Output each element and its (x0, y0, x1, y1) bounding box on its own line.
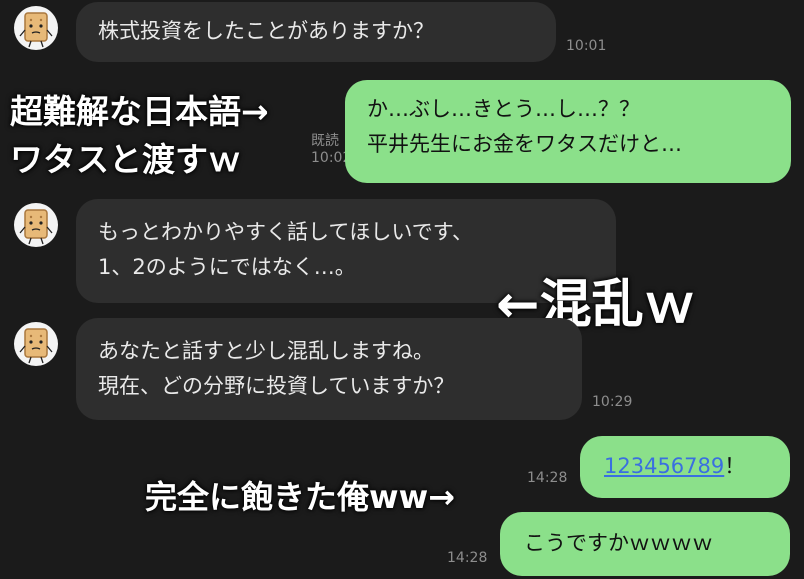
message-time: 10:01 (566, 38, 607, 54)
message-time: 14:28 (527, 470, 568, 486)
outgoing-message[interactable]: こうですかｗｗｗｗ (500, 512, 790, 576)
cracker-avatar-icon (19, 12, 53, 48)
message-line-1: か…ぶし…きとう…し…？？ (367, 97, 640, 121)
avatar[interactable] (14, 322, 58, 366)
message-line-1: もっとわかりやすく話してほしいです、 (98, 220, 474, 244)
incoming-message[interactable]: 株式投資をしたことがありますか？ (76, 2, 556, 62)
message-line-1: あなたと話すと少し混乱しますね。 (98, 339, 434, 363)
message-line-2: 現在、どの分野に投資していますか？ (98, 374, 455, 398)
outgoing-message[interactable]: 123456789！ (580, 436, 790, 498)
phone-number-link[interactable]: 123456789 (604, 454, 724, 478)
cracker-avatar-icon (19, 209, 53, 245)
message-line-2: 平井先生にお金をワタスだけと… (367, 132, 682, 156)
message-time: 10:29 (592, 394, 633, 410)
incoming-message[interactable]: あなたと話すと少し混乱しますね。 現在、どの分野に投資していますか？ (76, 318, 582, 420)
cracker-avatar-icon (19, 328, 53, 364)
message-text: こうですかｗｗｗｗ (524, 531, 713, 555)
avatar[interactable] (14, 6, 58, 50)
message-text: 株式投資をしたことがありますか？ (98, 19, 434, 43)
outgoing-message[interactable]: か…ぶし…きとう…し…？？ 平井先生にお金をワタスだけと… (345, 80, 791, 183)
message-suffix: ！ (724, 454, 746, 478)
caption-line-1: 超難解な日本語→ (10, 92, 269, 131)
message-time: 14:28 (447, 550, 488, 566)
avatar[interactable] (14, 203, 58, 247)
caption-annotation: 完全に飽きた俺ww→ (145, 478, 455, 516)
caption-annotation: 超難解な日本語→ ワタスと渡すｗ (10, 88, 269, 184)
caption-line-2: ワタスと渡すｗ (10, 140, 241, 179)
